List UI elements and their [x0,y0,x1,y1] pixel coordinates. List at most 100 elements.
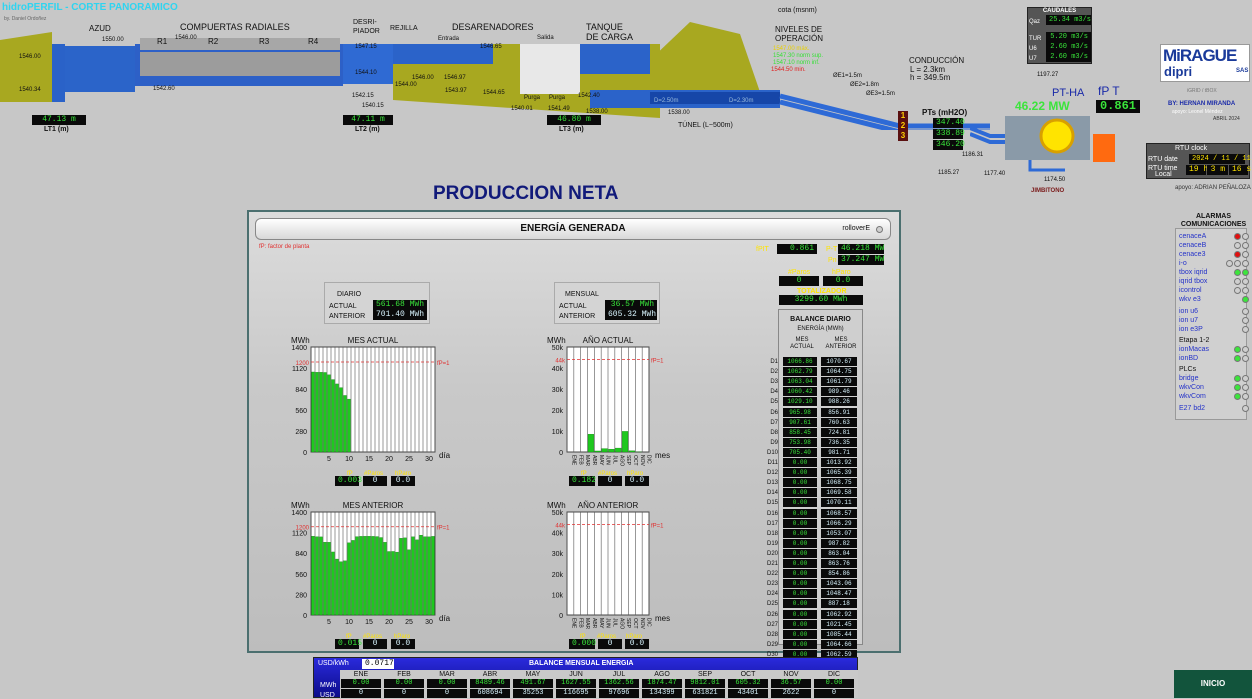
chart-ytick: 10k [552,592,564,599]
chart-xtick: 30 [425,619,433,626]
chart-xtick: MAR [584,455,590,467]
month-usd: 97696 [599,689,639,698]
chart-xtick: 5 [327,456,331,463]
alarm-item[interactable]: cenace3 [1179,250,1252,259]
fp-t-value: 0.861 [1096,100,1140,113]
diario-actual-label: ACTUAL [329,302,357,312]
alarm-item[interactable]: ion e3P [1179,325,1252,334]
balance-day-label: D13 [764,478,778,488]
chart-bar [622,431,628,452]
chart-xtick: 20 [385,456,393,463]
alarm-item[interactable]: wkvCom [1179,392,1252,401]
lt3-label: LT3 (m) [559,125,584,135]
month-usd: 0 [384,689,424,698]
chart-xtick: SEP [625,618,631,629]
balance-actual-cell: 0.00 [783,529,817,538]
elev: 1540.34 [19,85,41,95]
elev: 1542.15 [352,91,374,101]
chart-bar [396,552,399,615]
chart-xtick: ENE [570,455,576,466]
chart-ytick: 0 [303,613,307,620]
hparo-value: 0.0 [823,276,863,286]
chart-ytick: 840 [295,551,307,558]
pt-value-1: 347.40 [933,118,963,128]
alarm-item[interactable]: E27 bd2 [1179,404,1252,413]
balance-anterior-cell: 981.71 [821,448,857,457]
balance-day-label: D10 [764,448,778,458]
usd-kwh-value[interactable]: 0.0717 [362,659,394,669]
balance-col2: MES ANTERIOR [823,337,859,351]
alarm-item[interactable]: wkvCon [1179,383,1252,392]
pt-number-2: 2 [898,121,908,131]
caudal-label: U6 [1029,44,1037,54]
balance-actual-cell: 0.00 [783,488,817,497]
balance-mensual-title: BALANCE MENSUAL ENERGIA [529,660,634,667]
balance-actual-cell: 0.00 [783,549,817,558]
elev: 1546.97 [444,73,466,83]
gate-r4: R4 [308,37,318,47]
status-led-icon [1242,355,1249,362]
chart-ref-label: 44k [555,359,566,365]
balance-anterior-cell: 1048.47 [821,589,857,598]
label-entrada: Entrada [438,34,459,44]
alarm-label: ion u6 [1179,308,1198,315]
status-led-icon [1242,384,1249,391]
chart-xtick: MAY [598,618,604,629]
chart-title: AÑO ANTERIOR [578,501,639,510]
balance-anterior-cell: 988.26 [821,397,857,406]
chart-ytick: 560 [295,408,307,415]
caudal-value: 25.34 m3/s [1046,15,1091,25]
chart-xtick: 25 [405,619,413,626]
monthly-column: AGO1874.47134399 [641,670,683,698]
rollover-led[interactable] [876,226,883,233]
alarm-item[interactable]: ionMacas [1179,345,1252,354]
alarm-item[interactable]: ionBD [1179,354,1252,363]
chart-ytick: 0 [559,613,563,620]
alarm-item[interactable]: icontrol [1179,286,1252,295]
chart-bar [380,538,383,615]
balance-actual-cell: 1063.04 [783,377,817,386]
alarm-item[interactable]: iqrid tbox [1179,277,1252,286]
balance-actual-cell: 0.00 [783,478,817,487]
balance-mensual: BALANCE MENSUAL ENERGIA USD/kWh 0.0717 M… [313,657,858,698]
chart-xtick: MAR [584,618,590,630]
pt-value-3: 346.20 [933,140,963,150]
status-led-icon [1242,393,1249,400]
chart-bar [408,550,411,615]
balance-anterior-cell: 1064.75 [821,367,857,376]
alarm-item[interactable]: cenaceA [1179,232,1252,241]
mensual-actual-label: ACTUAL [559,302,587,312]
chart-ylabel: MWh [291,336,310,345]
alarm-item[interactable]: wkv e3 [1179,295,1252,304]
energy-panel-title: ENERGÍA GENERADA [520,223,625,234]
caudal-label: Qaz [1029,17,1040,27]
elev: 1185.27 [938,168,959,178]
chart-ytick: 280 [295,592,307,599]
inicio-button[interactable]: INICIO [1174,670,1252,698]
row-mwh-label: MWh [320,682,336,689]
rollover-label[interactable]: rolloverE [842,219,870,239]
alarm-item[interactable]: ion u7 [1179,316,1252,325]
alarm-item[interactable]: ion u6 [1179,307,1252,316]
status-led-icon [1234,242,1241,249]
alarm-item[interactable]: bridge [1179,374,1252,383]
balance-anterior-cell: 1021.45 [821,620,857,629]
balance-anterior-cell: 1061.79 [821,377,857,386]
status-led-icon [1234,355,1241,362]
stat4-hparo: 0.0 [625,639,649,649]
chart-mes-anterior: MWhMES ANTERIOR1200fP=114001120840560280… [277,497,477,627]
alarm-label: ionBD [1179,355,1198,362]
month-usd: 608694 [470,689,510,698]
balance-actual-cell: 0.00 [783,509,817,518]
alarm-item[interactable]: tbox iqrid [1179,268,1252,277]
alarm-item[interactable]: cenaceB [1179,241,1252,250]
alarm-item[interactable]: i-o [1179,259,1252,268]
caudales-title: CAUDALES [1028,8,1091,14]
chart-title: AÑO ACTUAL [583,336,634,345]
label-cota: cota (msnm) [778,6,817,16]
balance-day-label: D2 [764,367,778,377]
chart-bar [316,537,319,615]
status-led-icon [1234,269,1241,276]
pt-number-1: 1 [898,111,908,121]
monthly-column: FEB0.000 [383,670,425,698]
